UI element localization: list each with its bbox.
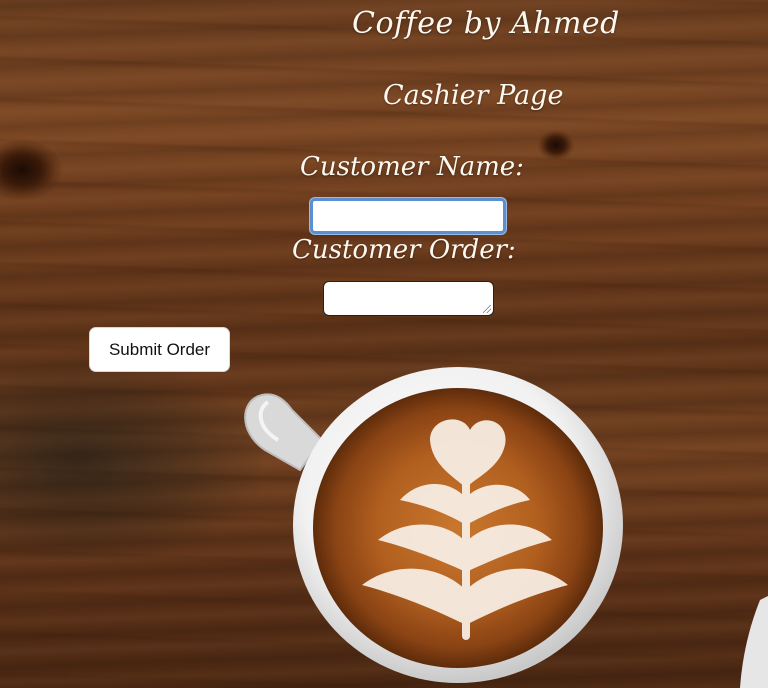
page-title: Cashier Page — [383, 80, 564, 111]
cup-rim — [293, 367, 623, 683]
wood-knot — [0, 140, 62, 200]
customer-order-label: Customer Order: — [292, 235, 516, 265]
site-title: Coffee by Ahmed — [352, 6, 620, 41]
wood-shadow — [0, 360, 260, 560]
latte-art — [362, 419, 568, 640]
coffee-surface — [313, 388, 603, 668]
saucer-edge — [740, 596, 768, 688]
wood-knot — [538, 130, 574, 160]
submit-order-button[interactable]: Submit Order — [89, 327, 230, 372]
customer-name-label: Customer Name: — [300, 152, 524, 182]
customer-name-input[interactable] — [310, 198, 506, 234]
customer-order-textarea[interactable] — [323, 281, 494, 316]
